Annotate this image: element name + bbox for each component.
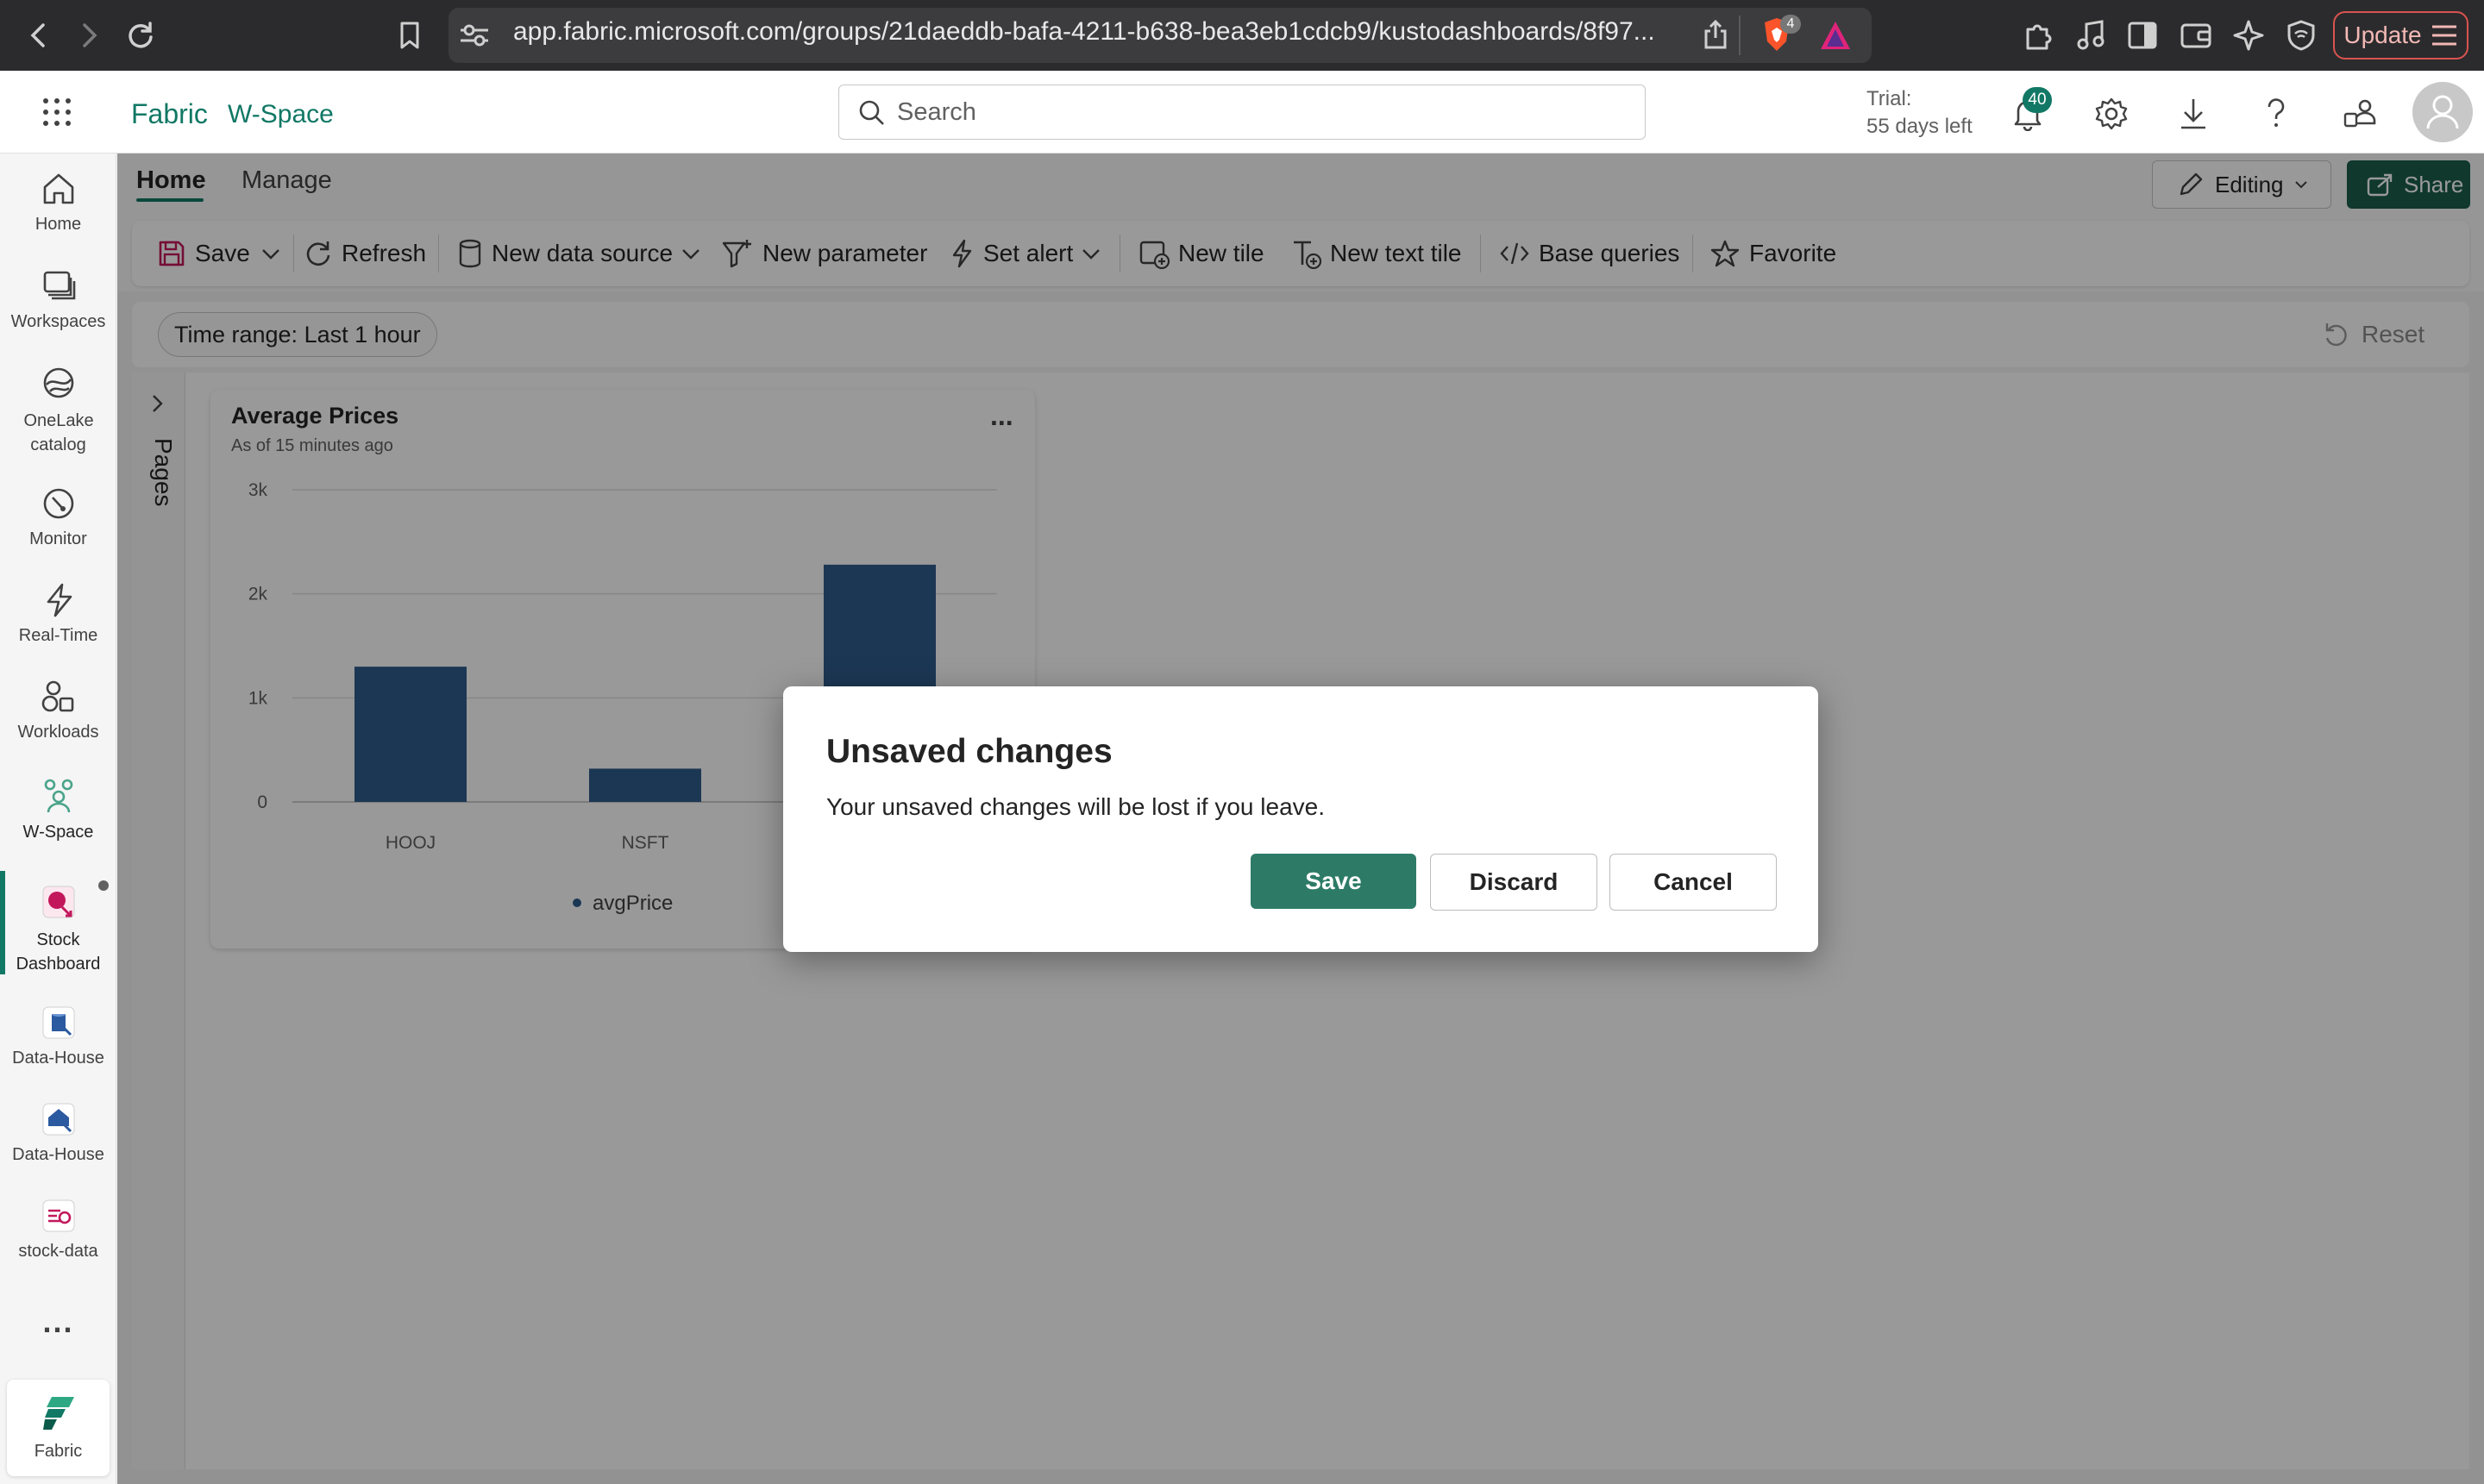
rail-label: OneLake catalog: [23, 411, 94, 454]
workloads-icon: [38, 676, 79, 717]
wallet-icon[interactable]: [2180, 21, 2212, 50]
rail-item-real-time[interactable]: Real-Time: [0, 579, 116, 646]
app-name[interactable]: Fabric: [131, 98, 208, 130]
rail-label: Stock Dashboard: [16, 930, 101, 974]
dialog-cancel-button[interactable]: Cancel: [1609, 854, 1777, 911]
forward-icon[interactable]: [69, 16, 109, 55]
vpn-icon[interactable]: [2286, 19, 2317, 52]
trial-label: Trial:: [1866, 87, 1912, 110]
share-page-icon[interactable]: [1703, 19, 1728, 50]
monitor-icon: [38, 483, 79, 524]
rail-item-w-space[interactable]: W-Space: [0, 776, 116, 842]
dashboard-icon: [38, 881, 79, 923]
hamburger-menu-icon: [2431, 25, 2456, 46]
fabric-logo-icon: [40, 1393, 78, 1431]
avatar[interactable]: [2412, 82, 2473, 142]
rail-item-home[interactable]: Home: [0, 168, 116, 235]
rail-label: Data-House: [12, 1145, 104, 1164]
download-icon[interactable]: [2179, 97, 2208, 131]
dialog-discard-button[interactable]: Discard: [1430, 854, 1597, 911]
workspace-people-icon: [38, 776, 79, 817]
home-icon: [38, 168, 79, 210]
rail-label: Monitor: [29, 529, 87, 548]
rail-label: Data-House: [12, 1049, 104, 1068]
media-icon[interactable]: [2075, 19, 2106, 52]
fabric-label: Fabric: [34, 1442, 83, 1461]
settings-gear-icon[interactable]: [2094, 97, 2129, 131]
brave-rewards-icon[interactable]: [1818, 19, 1853, 52]
rail-item-workspaces[interactable]: Workspaces: [0, 266, 116, 332]
kql-database-icon: [38, 1099, 79, 1140]
rail-item-stock-data[interactable]: stock-data: [0, 1195, 116, 1262]
unsaved-changes-dialog: Unsaved changes Your unsaved changes wil…: [783, 686, 1818, 952]
search-icon: [858, 99, 886, 127]
dialog-save-button[interactable]: Save: [1251, 854, 1416, 909]
shields-count-badge: 4: [1780, 15, 1801, 34]
eventhouse-icon: [38, 1002, 79, 1043]
reload-icon[interactable]: [121, 16, 160, 55]
update-label: Update: [2343, 22, 2422, 48]
browser-toolbar: app.fabric.microsoft.com/groups/21daeddb…: [0, 0, 2484, 71]
eventstream-icon: [38, 1195, 79, 1237]
app-launcher-icon[interactable]: [41, 97, 72, 128]
onelake-icon: [38, 362, 79, 404]
rail-label: Real-Time: [18, 626, 98, 645]
rail-label: Home: [34, 215, 82, 234]
back-icon[interactable]: [19, 16, 59, 55]
notification-count-badge: 40: [2023, 87, 2052, 113]
rail-label: Workloads: [17, 723, 99, 742]
rail-item-data-house[interactable]: Data-House: [0, 1002, 116, 1068]
rail-item-workloads[interactable]: Workloads: [0, 676, 116, 742]
help-icon[interactable]: [2261, 97, 2291, 131]
rail-label: Workspaces: [10, 312, 106, 331]
workspaces-icon: [38, 266, 79, 307]
leo-ai-icon[interactable]: [2232, 19, 2265, 52]
url-divider: [1739, 16, 1741, 55]
realtime-icon: [38, 579, 79, 621]
dialog-message: Your unsaved changes will be lost if you…: [826, 793, 1325, 820]
url-text[interactable]: app.fabric.microsoft.com/groups/21daeddb…: [513, 17, 1655, 47]
fabric-experience-switcher[interactable]: Fabric: [7, 1380, 110, 1476]
bookmark-icon[interactable]: [390, 16, 430, 55]
sidebar-toggle-icon[interactable]: [2127, 21, 2158, 50]
search-placeholder: Search: [897, 98, 976, 126]
rail-label: stock-data: [18, 1242, 98, 1261]
rail-item-onelake-catalog[interactable]: OneLake catalog: [0, 362, 116, 457]
trial-days-left[interactable]: 55 days left: [1866, 115, 1973, 139]
rail-item-stock-dashboard[interactable]: Stock Dashboard: [0, 881, 116, 976]
browser-update-button[interactable]: Update: [2333, 11, 2468, 59]
breadcrumb-workspace[interactable]: W-Space: [228, 100, 334, 129]
rail-item-monitor[interactable]: Monitor: [0, 483, 116, 549]
rail-label: W-Space: [22, 823, 94, 842]
search-input[interactable]: Search: [838, 85, 1646, 140]
feedback-people-icon[interactable]: [2343, 97, 2377, 131]
user-icon: [2426, 95, 2459, 129]
rail-item-data-house-2[interactable]: Data-House: [0, 1099, 116, 1165]
site-settings-icon[interactable]: [459, 22, 490, 48]
dialog-title: Unsaved changes: [826, 733, 1113, 770]
more-apps-button[interactable]: ...: [0, 1304, 116, 1340]
extensions-icon[interactable]: [2023, 19, 2055, 52]
